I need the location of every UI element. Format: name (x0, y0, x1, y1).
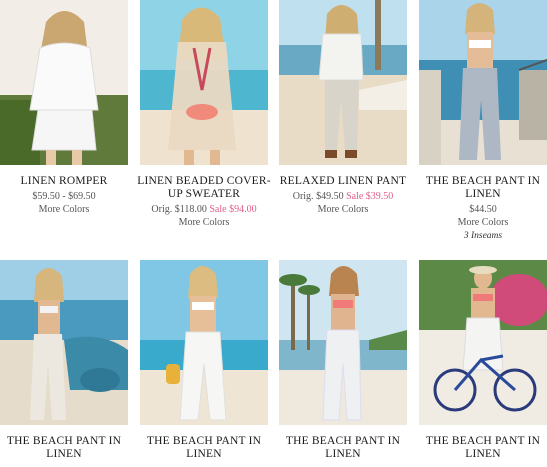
inseam-note: 3 Inseams (463, 231, 503, 241)
product-name[interactable]: LINEN ROMPER (0, 175, 134, 188)
more-colors-link[interactable]: More Colors (134, 216, 274, 229)
product-image[interactable] (419, 260, 547, 425)
product-info: THE BEACH PANT IN LINEN (273, 435, 413, 461)
product-info: THE BEACH PANT IN LINEN (413, 435, 547, 461)
product-price: $44.50 (469, 204, 497, 215)
sale-label: Sale (209, 204, 227, 215)
sale-label: Sale (346, 191, 364, 202)
product-name[interactable]: THE BEACH PANT IN LINEN (413, 435, 547, 461)
more-colors-link[interactable]: More Colors (273, 203, 413, 216)
product-image[interactable] (279, 260, 407, 425)
product-price: Orig. $49.50 Sale $39.50 (273, 190, 413, 203)
product-info: LINEN ROMPER $59.50 - $69.50 More Colors (0, 175, 134, 216)
product-info: RELAXED LINEN PANT Orig. $49.50 Sale $39… (273, 175, 413, 216)
product-image[interactable] (279, 0, 407, 165)
product-price: $59.50 - $69.50 (32, 191, 96, 202)
more-colors-link[interactable]: More Colors (413, 216, 547, 229)
product-info: THE BEACH PANT IN LINEN (0, 435, 134, 461)
product-info: THE BEACH PANT IN LINEN $44.50 More Colo… (413, 175, 547, 243)
product-image[interactable] (419, 0, 547, 165)
product-image[interactable] (0, 260, 128, 425)
product-name[interactable]: THE BEACH PANT IN LINEN (273, 435, 413, 461)
product-info: THE BEACH PANT IN LINEN (134, 435, 274, 461)
orig-label: Orig. (292, 191, 314, 202)
sale-price: $39.50 (365, 191, 394, 202)
product-name[interactable]: RELAXED LINEN PANT (273, 175, 413, 188)
product-image[interactable] (140, 260, 268, 425)
product-info: LINEN BEADED COVER-UP SWEATER Orig. $118… (134, 175, 274, 229)
product-price: Orig. $118.00 Sale $94.00 (134, 203, 274, 216)
product-name[interactable]: THE BEACH PANT IN LINEN (0, 435, 134, 461)
orig-price: $118.00 (174, 204, 207, 215)
product-name[interactable]: THE BEACH PANT IN LINEN (134, 435, 274, 461)
product-grid: LINEN ROMPER $59.50 - $69.50 More Colors… (0, 0, 547, 467)
sale-price: $94.00 (229, 204, 257, 215)
product-name[interactable]: LINEN BEADED COVER-UP SWEATER (134, 175, 274, 201)
orig-label: Orig. (151, 204, 173, 215)
product-image[interactable] (140, 0, 268, 165)
product-name[interactable]: THE BEACH PANT IN LINEN (413, 175, 547, 201)
product-image[interactable] (0, 0, 128, 165)
orig-price: $49.50 (316, 191, 344, 202)
more-colors-link[interactable]: More Colors (0, 203, 134, 216)
